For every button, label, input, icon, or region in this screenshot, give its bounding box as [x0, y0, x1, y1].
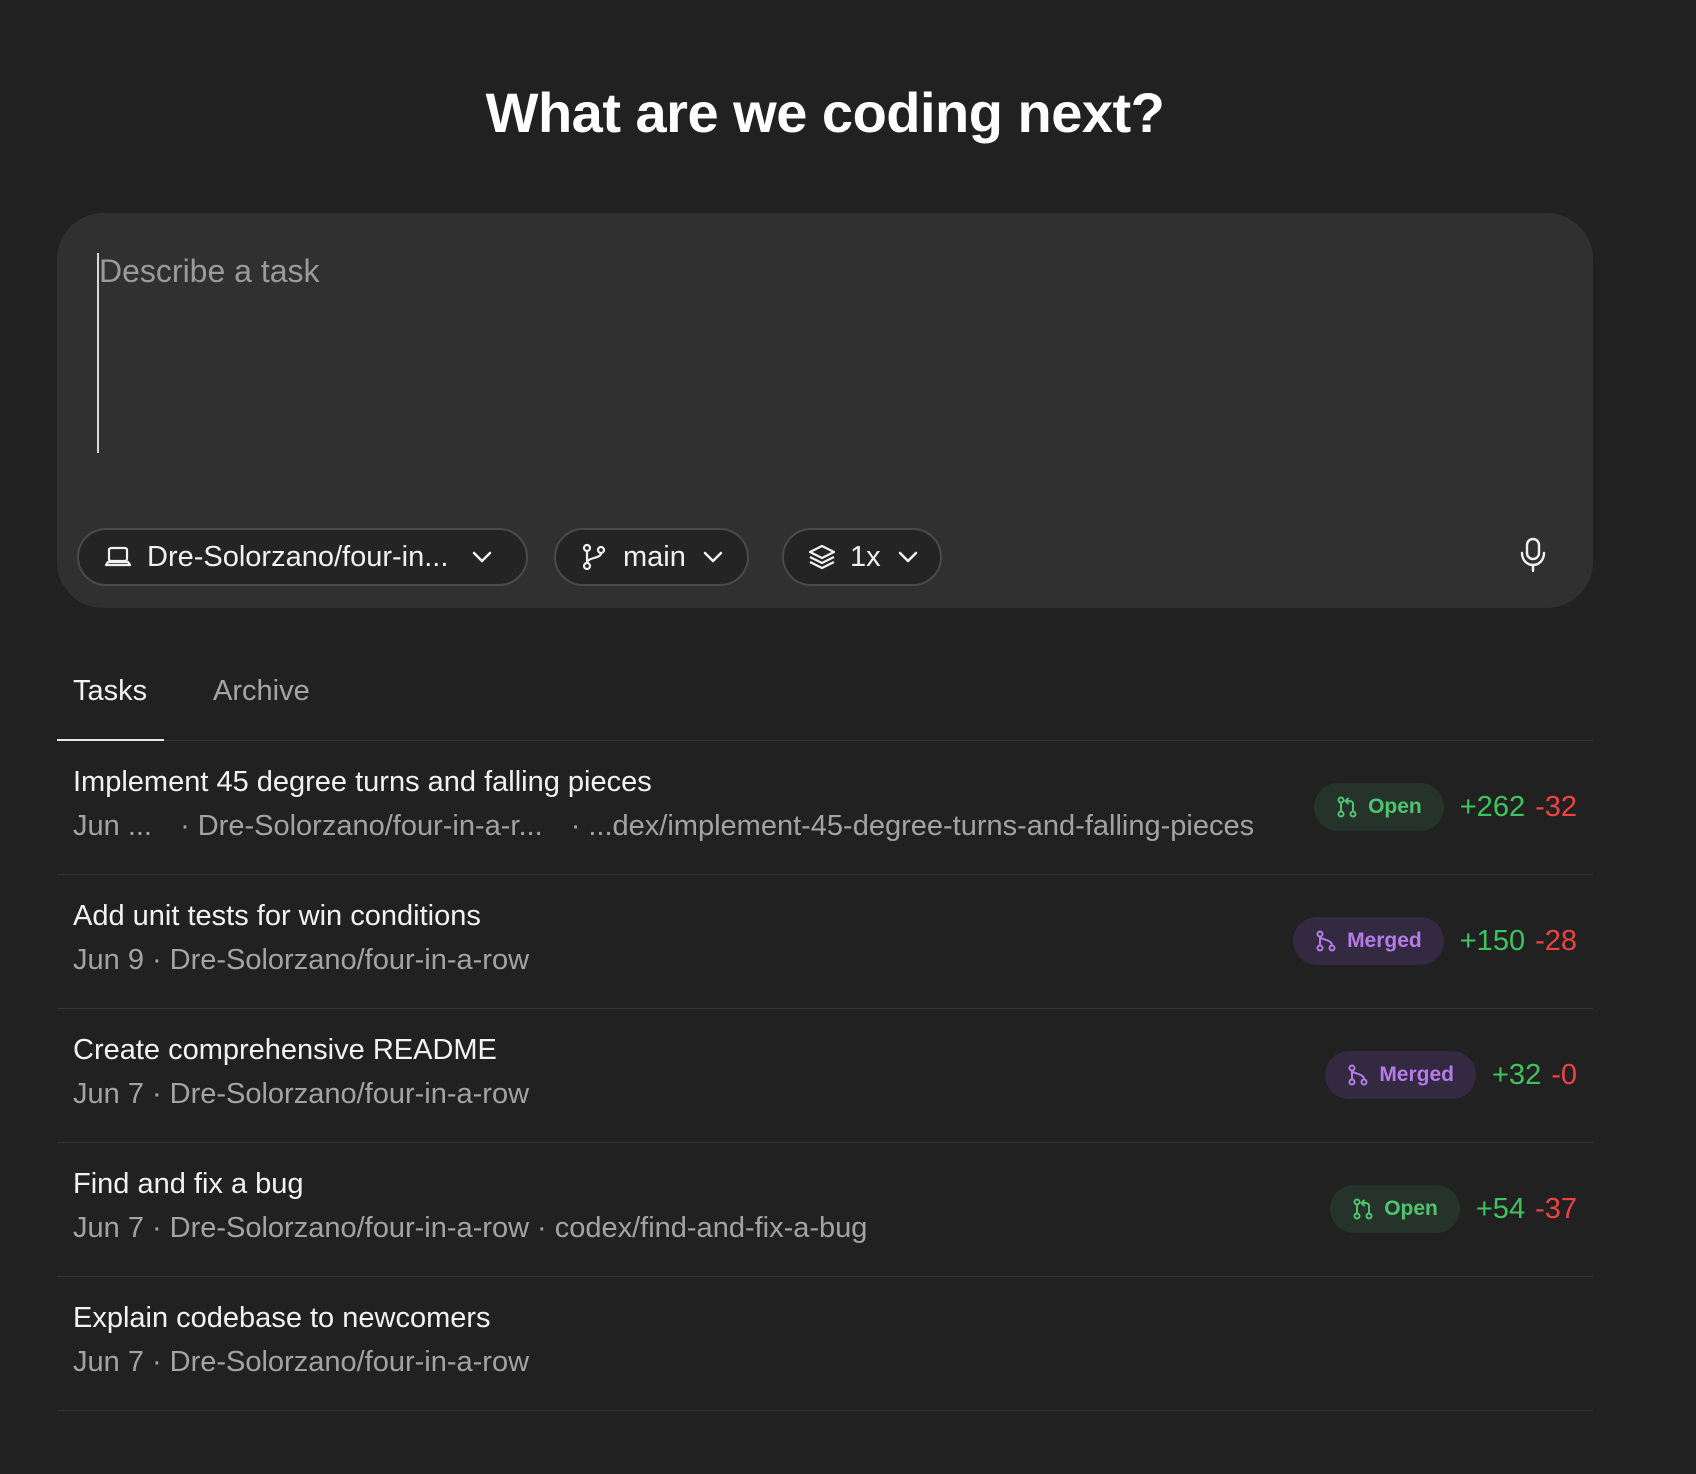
task-title: Create comprehensive README — [73, 1034, 497, 1066]
task-meta: Jun 7 · Dre-Solorzano/four-in-a-row · codex/… — [73, 1212, 867, 1245]
task-row[interactable]: Explain codebase to newcomers Jun 7 · Dre-… — [57, 1277, 1593, 1411]
task-date: Jun 7 — [73, 1212, 144, 1244]
meta-separator: · — [537, 1212, 547, 1244]
diff-deletions: -0 — [1551, 1058, 1577, 1091]
task-meta: Jun 9 · Dre-Solorzano/four-in-a-row — [73, 944, 529, 977]
task-meta: Jun 7 · Dre-Solorzano/four-in-a-row — [73, 1346, 529, 1379]
tab-tasks[interactable]: Tasks — [73, 675, 147, 708]
task-status-area: Open +262 -32 — [1314, 782, 1577, 832]
status-badge-label: Merged — [1379, 1063, 1454, 1086]
task-tabs: Tasks Archive — [57, 655, 1593, 741]
meta-separator: · — [180, 810, 190, 842]
meta-separator: · — [151, 944, 162, 976]
merge-icon — [1347, 1064, 1369, 1086]
diff-additions: +262 — [1459, 790, 1526, 823]
task-branch: codex/find-and-fix-a-bug — [554, 1212, 868, 1244]
task-row[interactable]: Create comprehensive README Jun 7 · Dre-So… — [57, 1009, 1593, 1143]
page-title: What are we coding next? — [485, 81, 1165, 144]
task-status-area: Merged +32 -0 — [1325, 1050, 1577, 1100]
pull-request-icon — [1336, 796, 1358, 818]
branch-selector-label: main — [622, 540, 686, 573]
task-repo: Dre-Solorzano/four-in-a-row — [169, 1078, 530, 1110]
branch-selector[interactable]: main — [554, 528, 749, 586]
repo-selector[interactable]: Dre-Solorzano/four-in... — [77, 528, 528, 586]
page: What are we coding next? Dre-Solorzano/f… — [57, 0, 1593, 1411]
git-branch-icon — [580, 542, 609, 572]
task-date: Jun 9 — [73, 944, 144, 976]
task-date: Jun 7 — [73, 1346, 144, 1378]
chevron-down-icon — [702, 545, 725, 569]
repo-selector-label: Dre-Solorzano/four-in... — [147, 540, 449, 573]
task-repo: Dre-Solorzano/four-in-a-row — [169, 944, 530, 976]
diff-deletions: -28 — [1535, 924, 1577, 957]
chevron-down-icon — [897, 545, 919, 569]
pull-request-icon — [1352, 1198, 1374, 1220]
status-badge[interactable]: Merged — [1325, 1051, 1476, 1099]
task-date: Jun 7 — [73, 1078, 144, 1110]
versions-selector[interactable]: 1x — [782, 528, 942, 586]
task-status-area: Open +54 -37 — [1330, 1184, 1577, 1234]
status-badge-label: Merged — [1347, 929, 1422, 952]
status-badge[interactable]: Open — [1330, 1185, 1460, 1233]
task-meta: Jun 7 · Dre-Solorzano/four-in-a-row — [73, 1078, 529, 1111]
task-title: Explain codebase to newcomers — [73, 1302, 491, 1334]
diff-additions: +32 — [1492, 1058, 1542, 1091]
layers-icon — [808, 542, 836, 572]
meta-separator: · — [151, 1346, 162, 1378]
task-meta: Jun ... · Dre-Solorzano/four-in-a-r... ·.… — [73, 810, 1254, 843]
versions-selector-label: 1x — [850, 540, 881, 573]
meta-separator: · — [570, 810, 581, 842]
task-row[interactable]: Add unit tests for win conditions Jun 9 ·… — [57, 875, 1593, 1009]
diff-deletions: -32 — [1535, 790, 1577, 823]
microphone-icon — [1519, 537, 1547, 578]
merge-icon — [1315, 930, 1337, 952]
tab-archive[interactable]: Archive — [213, 675, 310, 708]
status-badge-label: Open — [1368, 795, 1422, 818]
task-repo: Dre-Solorzano/four-in-a-r... — [197, 810, 543, 842]
task-branch: ...dex/implement-45-degree-turns-and-fal… — [588, 810, 1255, 842]
meta-separator: · — [151, 1078, 162, 1110]
task-date: Jun ... — [73, 810, 152, 842]
task-row[interactable]: Find and fix a bug Jun 7 · Dre-Solorzano/f… — [57, 1143, 1593, 1277]
status-badge[interactable]: Open — [1314, 783, 1444, 831]
microphone-button[interactable] — [1511, 535, 1555, 579]
task-composer: Dre-Solorzano/four-in... main — [57, 213, 1593, 608]
status-badge-label: Open — [1384, 1197, 1438, 1220]
chevron-down-icon — [470, 545, 494, 569]
laptop-icon — [103, 542, 133, 572]
task-repo: Dre-Solorzano/four-in-a-row — [169, 1346, 530, 1378]
task-status-area: Merged +150 -28 — [1293, 916, 1577, 966]
task-title: Implement 45 degree turns and falling pi… — [73, 766, 652, 798]
task-title: Find and fix a bug — [73, 1168, 304, 1200]
task-title: Add unit tests for win conditions — [73, 900, 481, 932]
task-row[interactable]: Implement 45 degree turns and falling pi… — [57, 741, 1593, 875]
task-repo: Dre-Solorzano/four-in-a-row — [169, 1212, 530, 1244]
status-badge[interactable]: Merged — [1293, 917, 1444, 965]
meta-separator: · — [151, 1212, 162, 1244]
diff-deletions: -37 — [1535, 1192, 1577, 1225]
task-list: Implement 45 degree turns and falling pi… — [57, 741, 1593, 1411]
diff-additions: +54 — [1475, 1192, 1526, 1225]
diff-additions: +150 — [1459, 924, 1526, 957]
task-description-input[interactable] — [97, 253, 1539, 453]
